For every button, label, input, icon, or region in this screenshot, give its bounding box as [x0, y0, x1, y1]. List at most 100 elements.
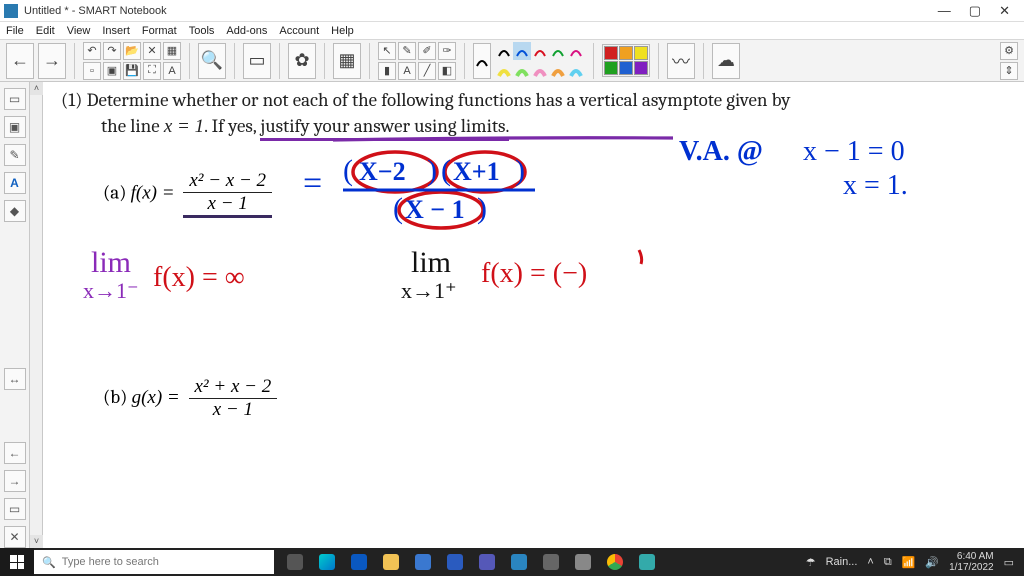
part-a: (a) f(x) = x² − x − 2 x − 1	[103, 170, 276, 218]
tray-network-icon[interactable]: ⧉	[884, 556, 892, 569]
pen-color-teal[interactable]	[567, 42, 585, 60]
start-button[interactable]	[0, 548, 34, 576]
color-palette[interactable]	[602, 44, 650, 77]
menu-account[interactable]: Account	[279, 25, 319, 37]
pen-color-red[interactable]	[531, 42, 549, 60]
side-page[interactable]: ▭	[4, 88, 26, 110]
new-page-button[interactable]: ▫	[83, 62, 101, 80]
divider	[189, 43, 190, 79]
app-explorer[interactable]	[376, 548, 406, 576]
weather-icon[interactable]: ☂	[806, 556, 816, 569]
svg-text:X−2: X−2	[359, 157, 406, 186]
problem-text: (1) Determine whether or not each of the…	[61, 88, 1012, 139]
x-equals-1: x = 1	[164, 116, 204, 137]
side-frame[interactable]: ▣	[4, 116, 26, 138]
save-button[interactable]: 💾	[123, 62, 141, 80]
app-word[interactable]	[440, 548, 470, 576]
app-misc2[interactable]	[568, 548, 598, 576]
text-tool[interactable]: A	[398, 62, 416, 80]
app-outlook[interactable]	[344, 548, 374, 576]
settings-button[interactable]: ⚙	[1000, 42, 1018, 60]
pen-color-blue[interactable]	[513, 42, 531, 60]
menu-bar: File Edit View Insert Format Tools Add-o…	[0, 22, 1024, 40]
textA-button[interactable]: A	[163, 62, 181, 80]
redo-button[interactable]: ↷	[103, 42, 121, 60]
side-del[interactable]: ✕	[4, 526, 26, 548]
side-prev[interactable]: ←	[4, 442, 26, 464]
grid-button[interactable]: ▦	[333, 43, 361, 79]
taskbar-search[interactable]: 🔍 Type here to search	[34, 550, 274, 574]
menu-format[interactable]: Format	[142, 25, 177, 37]
app-teams[interactable]	[472, 548, 502, 576]
menu-insert[interactable]: Insert	[102, 25, 130, 37]
menu-tools[interactable]: Tools	[189, 25, 215, 37]
app-edge[interactable]	[312, 548, 342, 576]
hl-cyan[interactable]	[567, 62, 585, 80]
close-button[interactable]: ✕	[999, 3, 1010, 19]
open-button[interactable]: 📂	[123, 42, 141, 60]
side-dup[interactable]: ▭	[4, 498, 26, 520]
tray-up-icon[interactable]: ˄	[867, 556, 873, 568]
app-misc1[interactable]	[536, 548, 566, 576]
line-tool[interactable]: ╱	[418, 62, 436, 80]
pen-preview[interactable]	[473, 43, 491, 79]
menu-edit[interactable]: Edit	[36, 25, 55, 37]
fx-label: f(x) =	[131, 182, 180, 203]
vertical-scrollbar[interactable]: ˄ ˅	[30, 82, 43, 548]
app-store[interactable]	[408, 548, 438, 576]
screen-button[interactable]: ⛶	[143, 62, 161, 80]
nav-forward-button[interactable]: →	[38, 43, 66, 79]
side-next[interactable]: →	[4, 470, 26, 492]
weather-text[interactable]: Rain...	[826, 556, 858, 568]
app-chrome[interactable]	[600, 548, 630, 576]
hl-green[interactable]	[513, 62, 531, 80]
task-view[interactable]	[280, 548, 310, 576]
cloud-button[interactable]: ☁	[712, 43, 740, 79]
scroll-up-icon[interactable]: ˄	[30, 82, 43, 95]
nav-back-button[interactable]: ←	[6, 43, 34, 79]
zoom-button[interactable]: 🔍	[198, 43, 226, 79]
menu-file[interactable]: File	[6, 25, 24, 37]
app-misc3[interactable]	[632, 548, 662, 576]
line-style-button[interactable]: 〰	[667, 43, 695, 79]
pen-stroke-icon	[475, 54, 489, 68]
tray-volume-icon[interactable]: 🔊	[925, 556, 939, 569]
pen-color-green[interactable]	[549, 42, 567, 60]
hl-yellow[interactable]	[495, 62, 513, 80]
side-text[interactable]: A	[4, 172, 26, 194]
pen-color-black[interactable]	[495, 42, 513, 60]
menu-help[interactable]: Help	[331, 25, 354, 37]
scroll-down-icon[interactable]: ˅	[30, 535, 43, 548]
addon-button[interactable]: ✿	[288, 43, 316, 79]
side-move[interactable]: ↔	[4, 368, 26, 390]
title-bar: Untitled * - SMART Notebook — ▢ ✕	[0, 0, 1024, 22]
ruler-tool[interactable]: ▮	[378, 62, 396, 80]
expand-button[interactable]: ⇕	[1000, 62, 1018, 80]
delete-button[interactable]: ✕	[143, 42, 161, 60]
hl-orange[interactable]	[549, 62, 567, 80]
menu-view[interactable]: View	[67, 25, 91, 37]
pen-tool-3[interactable]: ✑	[438, 42, 456, 60]
table-button[interactable]: ▦	[163, 42, 181, 60]
search-icon: 🔍	[42, 556, 56, 569]
app-smart[interactable]	[504, 548, 534, 576]
taskbar-clock[interactable]: 6:40 AM 1/17/2022	[949, 551, 994, 573]
pen-tool-2[interactable]: ✐	[418, 42, 436, 60]
undo-button[interactable]: ↶	[83, 42, 101, 60]
side-shape[interactable]: ◆	[4, 200, 26, 222]
fa-numerator: x² − x − 2	[183, 170, 272, 193]
minimize-button[interactable]: —	[938, 3, 951, 19]
pointer-tool[interactable]: ↖	[378, 42, 396, 60]
eraser-tool[interactable]: ◧	[438, 62, 456, 80]
side-pen[interactable]: ✎	[4, 144, 26, 166]
menu-addons[interactable]: Add-ons	[226, 25, 267, 37]
restore-button[interactable]: ▢	[969, 3, 981, 19]
canvas[interactable]: (1) Determine whether or not each of the…	[43, 82, 1024, 548]
capture-button[interactable]: ▭	[243, 43, 271, 79]
paste-button[interactable]: ▣	[103, 62, 121, 80]
tray-wifi-icon[interactable]: 📶	[902, 556, 916, 569]
hl-pink[interactable]	[531, 62, 549, 80]
tray-notifications-icon[interactable]: ▭	[1004, 556, 1014, 569]
divider	[369, 43, 370, 79]
pen-tool-1[interactable]: ✎	[398, 42, 416, 60]
